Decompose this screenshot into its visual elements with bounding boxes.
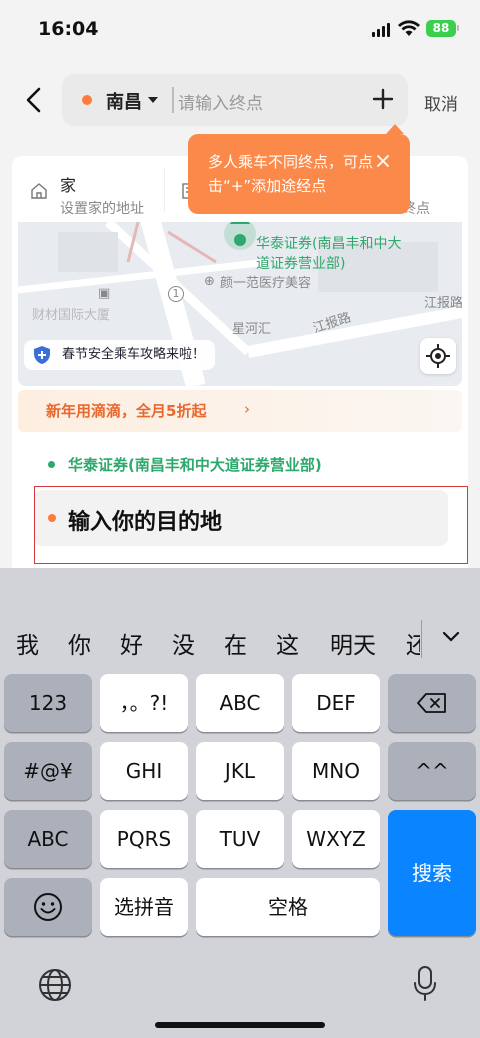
key-symbols[interactable]: #@¥ bbox=[4, 742, 92, 800]
key-select-pinyin[interactable]: 选拼音 bbox=[100, 878, 188, 936]
safety-notice-text: 春节安全乘车攻略来啦！ bbox=[62, 347, 206, 362]
divider bbox=[164, 168, 165, 212]
keyboard: 我 你 好 没 在 这 明天 还 123 ，。?! ABC DEF #@¥ GH… bbox=[0, 568, 480, 1038]
back-icon[interactable] bbox=[22, 86, 46, 114]
candidate-word[interactable]: 明天 bbox=[330, 626, 376, 660]
suggested-destination[interactable]: 华泰证券(南昌丰和中大道证券营业部) bbox=[68, 454, 322, 475]
map-route-badge: 1 bbox=[168, 286, 184, 302]
emoji-key[interactable] bbox=[4, 878, 92, 936]
space-key[interactable]: 空格 bbox=[196, 878, 380, 936]
cancel-button[interactable]: 取消 bbox=[424, 90, 458, 115]
key-ghi[interactable]: GHI bbox=[100, 742, 188, 800]
quick-item-sub: 设置家的地址 bbox=[60, 201, 144, 217]
waypoint-tooltip: 多人乘车不同终点，可点击“+”添加途经点 bbox=[188, 124, 410, 214]
battery-tip bbox=[457, 25, 459, 31]
emoji-icon bbox=[34, 893, 62, 921]
map-poi-circle: ⊕ bbox=[204, 274, 215, 289]
highlight-frame bbox=[34, 486, 468, 564]
map-poi-label: 颜一范医疗美容 bbox=[220, 276, 312, 291]
map-bus-icon: ▣ bbox=[98, 286, 111, 301]
battery-indicator: 88 bbox=[426, 20, 456, 37]
divider bbox=[421, 620, 422, 658]
candidate-word[interactable]: 在 bbox=[224, 626, 247, 660]
key-emoticon[interactable]: ^^ bbox=[388, 742, 476, 800]
close-icon[interactable] bbox=[376, 154, 390, 168]
add-waypoint-icon[interactable] bbox=[370, 86, 396, 112]
key-def[interactable]: DEF bbox=[292, 674, 380, 732]
suggestion-dot bbox=[48, 461, 55, 468]
backspace-icon bbox=[417, 693, 446, 713]
candidate-word[interactable]: 还 bbox=[406, 626, 420, 660]
globe-icon[interactable] bbox=[38, 968, 72, 1002]
chevron-down-icon[interactable] bbox=[441, 630, 461, 644]
route-search-box: 南昌 请输入终点 bbox=[62, 74, 408, 126]
promo-text: 新年用滴滴，全月5折起 bbox=[46, 402, 207, 420]
home-indicator bbox=[155, 1022, 325, 1028]
start-dot bbox=[82, 95, 92, 105]
safety-notice[interactable]: 春节安全乘车攻略来啦！ bbox=[24, 340, 216, 370]
chevron-right-icon: › bbox=[244, 400, 250, 418]
home-icon bbox=[31, 183, 47, 199]
key-english[interactable]: ABC bbox=[4, 810, 92, 868]
key-wxyz[interactable]: WXYZ bbox=[292, 810, 380, 868]
key-tuv[interactable]: TUV bbox=[196, 810, 284, 868]
backspace-key[interactable] bbox=[388, 674, 476, 732]
key-punct[interactable]: ，。?! bbox=[100, 674, 188, 732]
candidate-word[interactable]: 我 bbox=[16, 626, 39, 660]
candidate-word[interactable]: 这 bbox=[276, 626, 299, 660]
divider bbox=[172, 87, 174, 113]
key-jkl[interactable]: JKL bbox=[196, 742, 284, 800]
cellular-signal-icon bbox=[372, 23, 390, 37]
status-time: 16:04 bbox=[38, 18, 99, 40]
key-123[interactable]: 123 bbox=[4, 674, 92, 732]
tooltip-arrow bbox=[386, 124, 404, 134]
tooltip-text: 多人乘车不同终点，可点击“+”添加途经点 bbox=[208, 153, 374, 195]
search-key[interactable]: 搜索 bbox=[388, 810, 476, 936]
city-selector[interactable]: 南昌 bbox=[106, 88, 142, 114]
quick-item-title: 家 bbox=[60, 176, 77, 195]
map-view[interactable]: 华泰证券(南昌丰和中大道证券营业部) ⊕ 颜一范医疗美容 1 ▣ 财材国际大厦 … bbox=[18, 222, 462, 386]
map-poi-label: 华泰证券(南昌丰和中大道证券营业部) bbox=[256, 236, 402, 272]
map-road-label: 江报路 bbox=[424, 296, 462, 311]
locate-icon[interactable] bbox=[420, 338, 456, 374]
map-poi-label: 财材国际大厦 bbox=[32, 308, 111, 323]
destination-input[interactable]: 请输入终点 bbox=[178, 89, 263, 114]
status-bar: 16:04 88 bbox=[0, 0, 480, 60]
promo-banner[interactable]: 新年用滴滴，全月5折起 › bbox=[18, 390, 462, 432]
key-pqrs[interactable]: PQRS bbox=[100, 810, 188, 868]
candidate-bar: 我 你 好 没 在 这 明天 还 bbox=[0, 568, 480, 668]
map-poi-label: 星河汇 bbox=[232, 322, 272, 337]
wifi-icon bbox=[398, 20, 420, 36]
search-header: 南昌 请输入终点 取消 bbox=[0, 60, 480, 144]
caret-down-icon[interactable] bbox=[148, 97, 158, 103]
key-mno[interactable]: MNO bbox=[292, 742, 380, 800]
candidate-word[interactable]: 你 bbox=[68, 626, 91, 660]
candidate-word[interactable]: 没 bbox=[172, 626, 195, 660]
key-abc[interactable]: ABC bbox=[196, 674, 284, 732]
shield-icon bbox=[34, 346, 50, 364]
candidate-word[interactable]: 好 bbox=[120, 626, 143, 660]
microphone-icon[interactable] bbox=[413, 966, 437, 1002]
